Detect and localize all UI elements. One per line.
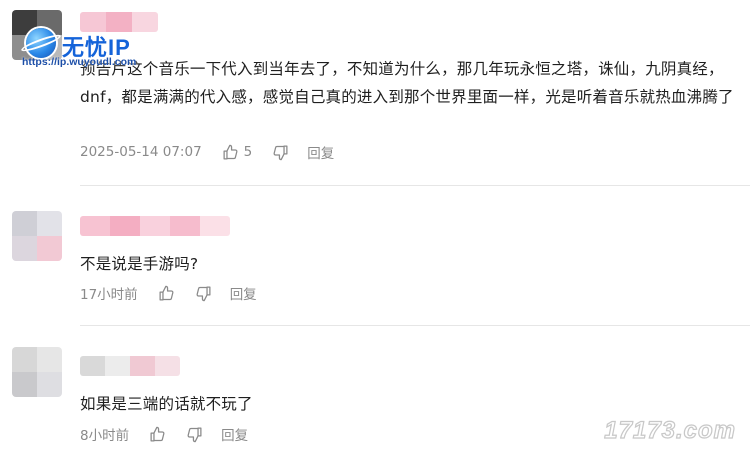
corner-watermark: 17173.com xyxy=(604,416,736,444)
thumbs-up-icon xyxy=(149,426,166,443)
reply-button[interactable]: 回复 xyxy=(221,424,248,444)
like-button[interactable]: 5 xyxy=(222,144,253,161)
comment-text: 预告片这个音乐一下代入到当年去了，不知道为什么，那几年玩永恒之塔，诛仙，九阴真经… xyxy=(80,60,734,106)
comment-meta: 17小时前 回复 xyxy=(80,283,257,303)
username[interactable] xyxy=(80,356,180,376)
divider xyxy=(80,325,750,326)
thumbs-up-icon xyxy=(222,144,239,161)
like-count: 5 xyxy=(243,144,253,160)
comment-meta: 8小时前 回复 xyxy=(80,424,248,444)
comment-text: 如果是三端的话就不玩了 xyxy=(80,395,253,413)
reply-button[interactable]: 回复 xyxy=(230,283,257,303)
watermark-url: https://ip.wuyoudl.com xyxy=(22,56,137,68)
like-button[interactable] xyxy=(158,285,175,302)
timestamp: 2025-05-14 07:07 xyxy=(80,144,202,160)
avatar[interactable] xyxy=(12,211,62,261)
like-button[interactable] xyxy=(149,426,166,443)
username[interactable] xyxy=(80,216,230,236)
dislike-button[interactable] xyxy=(195,285,212,302)
divider xyxy=(80,185,750,186)
reply-button[interactable]: 回复 xyxy=(307,142,334,162)
timestamp: 17小时前 xyxy=(80,287,138,303)
globe-icon xyxy=(26,28,56,58)
dislike-button[interactable] xyxy=(272,144,289,161)
comment-text: 不是说是手游吗? xyxy=(80,255,199,273)
thumbs-down-icon xyxy=(272,144,289,161)
avatar[interactable] xyxy=(12,347,62,397)
watermark-logo: 无忧IP https://ip.wuyoudl.com xyxy=(22,22,152,72)
dislike-button[interactable] xyxy=(186,426,203,443)
timestamp: 8小时前 xyxy=(80,428,130,444)
thumbs-down-icon xyxy=(195,285,212,302)
comment-meta: 2025-05-14 07:07 5 回复 xyxy=(80,142,334,162)
thumbs-up-icon xyxy=(158,285,175,302)
thumbs-down-icon xyxy=(186,426,203,443)
